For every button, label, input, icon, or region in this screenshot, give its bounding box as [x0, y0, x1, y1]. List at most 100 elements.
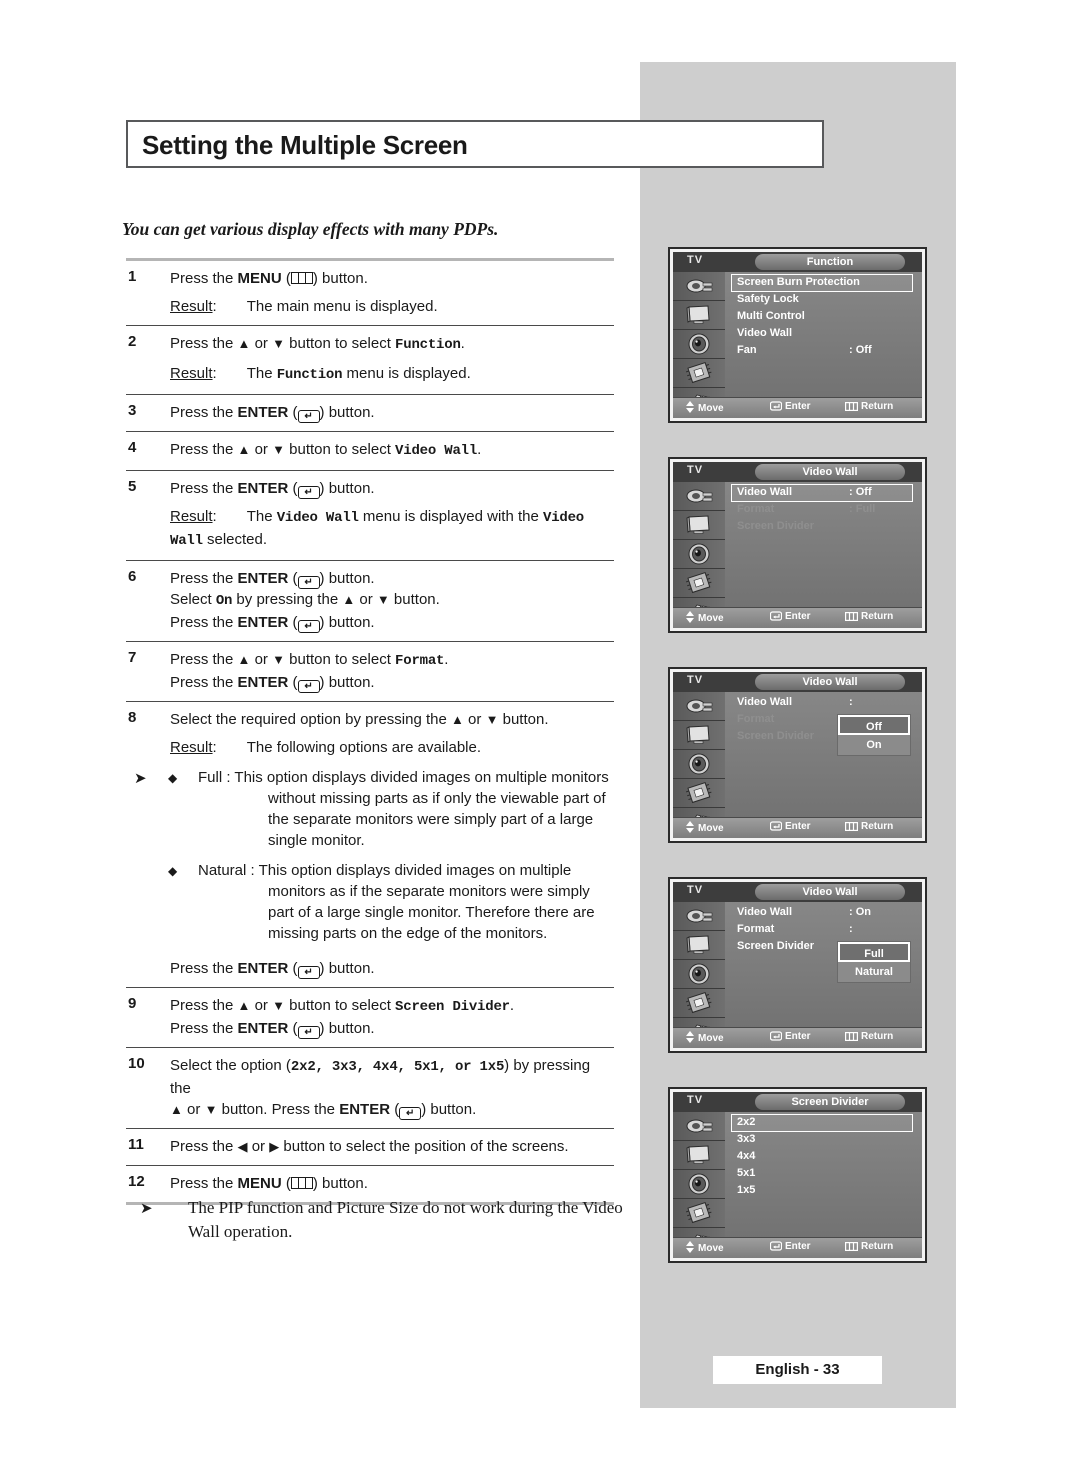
osd-menu-title: Video Wall [755, 884, 905, 900]
osd-menu-item[interactable]: Safety Lock▶ [731, 292, 916, 309]
step-number: 9 [128, 995, 137, 1012]
enter-button-icon: ↵ [297, 576, 320, 589]
osd-menu-list: 2x2▶3x3▶4x4▶5x1▶1x5▶ [725, 1112, 922, 1238]
menu-button-icon [290, 272, 313, 284]
chip-setup-icon[interactable] [673, 779, 725, 808]
osd-item-label: 3x3 [737, 1133, 756, 1145]
step-row: 9 Press the ▲ or ▼ button to select Scre… [126, 988, 614, 1047]
result-prefix: The [246, 365, 277, 382]
osd-menu-item[interactable]: 2x2▶ [731, 1114, 916, 1132]
nav-enter: Enter [769, 821, 811, 832]
tv-picture-icon[interactable] [673, 301, 725, 330]
enter-button-icon: ↵ [297, 410, 320, 423]
result-label: Result [170, 298, 213, 315]
osd-menu-item[interactable]: Video Wall: On [731, 905, 916, 922]
note-arrow-icon: ➤ [140, 1200, 153, 1217]
osd-menu-item[interactable]: Screen Burn Protection▶ [731, 274, 916, 292]
osd-screen: TVScreen Divider2x2▶3x3▶4x4▶5x1▶1x5▶Move… [673, 1092, 922, 1258]
tv-picture-icon[interactable] [673, 1141, 725, 1170]
menu-key-label: MENU [237, 270, 282, 287]
result-suffix: selected. [202, 531, 268, 548]
osd-menu-item[interactable]: 5x1▶ [731, 1166, 916, 1183]
nav-enter: Enter [769, 611, 811, 622]
input-jack-icon[interactable] [673, 482, 725, 511]
step-result: Result: The Function menu is displayed. [170, 363, 614, 386]
step-body: Select the required option by pressing t… [134, 709, 614, 979]
step-body: Press the ▲ or ▼ button to select Functi… [170, 333, 614, 386]
osd-menu-item[interactable]: Video Wall: [731, 695, 916, 712]
nav-enter: Enter [769, 401, 811, 412]
step-number: 11 [128, 1136, 144, 1153]
target-name: Screen Divider [395, 999, 510, 1015]
osd-menu-item[interactable]: Format: Full▶ [731, 502, 916, 519]
step-line: Press the ENTER (↵) button. [170, 614, 375, 633]
speaker-sound-icon[interactable] [673, 330, 725, 359]
osd-menu-item[interactable]: 3x3▶ [731, 1132, 916, 1149]
osd-menu-list: Video Wall:Format: Screen Divider OffOn [725, 692, 922, 818]
osd-dropdown[interactable]: Full Natural [837, 941, 911, 983]
step-number: 2 [128, 333, 137, 350]
step-number: 12 [128, 1173, 145, 1190]
osd-titlebar: TV Video Wall [673, 672, 922, 692]
nav-enter: Enter [769, 1031, 811, 1042]
result-middle: menu is displayed with the [358, 508, 543, 525]
osd-item-label: Format [737, 713, 775, 725]
osd-dropdown-option[interactable]: On [838, 735, 910, 755]
step-line: Press the ENTER (↵) button. [170, 674, 375, 693]
tv-picture-icon[interactable] [673, 721, 725, 750]
result-target-1: Video Wall [276, 510, 359, 526]
osd-item-label: Video Wall [737, 696, 793, 708]
osd-dropdown[interactable]: Off On [837, 714, 911, 756]
osd-selection-highlight [731, 1114, 913, 1132]
osd-icon-sidebar [673, 482, 725, 627]
step-row: 7 Press the ▲ or ▼ button to select Form… [126, 642, 614, 701]
step-row: 11 Press the ◀ or ▶ button to select the… [126, 1129, 614, 1165]
step-number: 4 [128, 439, 137, 456]
step-body: Select the option (2x2, 3x3, 4x4, 5x1, o… [170, 1055, 614, 1120]
step-line: Press the ◀ or ▶ button to select the po… [170, 1138, 569, 1155]
osd-navigation-bar: Move Enter Return [673, 607, 922, 628]
option-line: Natural : This option displays divided i… [198, 860, 614, 944]
chip-setup-icon[interactable] [673, 359, 725, 388]
osd-dropdown-option[interactable]: Full [838, 942, 910, 962]
tv-picture-icon[interactable] [673, 931, 725, 960]
osd-menu-title: Function [755, 254, 905, 270]
intro-text: You can get various display effects with… [122, 219, 499, 239]
osd-menu-item[interactable]: 4x4▶ [731, 1149, 916, 1166]
enter-button-icon: ↵ [297, 966, 320, 979]
step-number: 1 [128, 268, 137, 285]
step-row: 8 Select the required option by pressing… [126, 702, 614, 987]
input-jack-icon[interactable] [673, 902, 725, 931]
osd-icon-sidebar [673, 272, 725, 417]
chip-setup-icon[interactable] [673, 569, 725, 598]
osd-menu-item[interactable]: Fan: Off▶ [731, 343, 916, 360]
osd-dropdown-option[interactable]: Natural [838, 962, 910, 982]
osd-menu-item[interactable]: Multi Control▶ [731, 309, 916, 326]
speaker-sound-icon[interactable] [673, 540, 725, 569]
osd-menu-item[interactable]: Video Wall▶ [731, 326, 916, 343]
input-jack-icon[interactable] [673, 272, 725, 301]
chip-setup-icon[interactable] [673, 1199, 725, 1228]
step-body: Press the ENTER (↵) button. Select On by… [170, 568, 614, 633]
nav-enter: Enter [769, 1241, 811, 1252]
osd-menu-item[interactable]: 1x5▶ [731, 1183, 916, 1200]
result-suffix: menu is displayed. [342, 365, 471, 382]
osd-menu-item[interactable]: Format: [731, 922, 916, 939]
speaker-sound-icon[interactable] [673, 960, 725, 989]
osd-dropdown-option[interactable]: Off [838, 715, 910, 735]
osd-source-label: TV [687, 464, 704, 476]
osd-item-label: Screen Divider [737, 730, 815, 742]
chip-setup-icon[interactable] [673, 989, 725, 1018]
osd-menu-item[interactable]: Screen Divider▶ [731, 519, 916, 536]
speaker-sound-icon[interactable] [673, 750, 725, 779]
speaker-sound-icon[interactable] [673, 1170, 725, 1199]
osd-menu-title: Video Wall [755, 674, 905, 690]
enter-key-label: ENTER [237, 480, 289, 497]
step-body: Press the ▲ or ▼ button to select Video … [170, 439, 614, 462]
input-jack-icon[interactable] [673, 692, 725, 721]
nav-return: Return [845, 1031, 893, 1042]
tv-picture-icon[interactable] [673, 511, 725, 540]
input-jack-icon[interactable] [673, 1112, 725, 1141]
option-item: ➤ ◆ Full : This option displays divided … [134, 767, 614, 851]
osd-menu-item[interactable]: Video Wall: Off▶ [731, 484, 916, 502]
